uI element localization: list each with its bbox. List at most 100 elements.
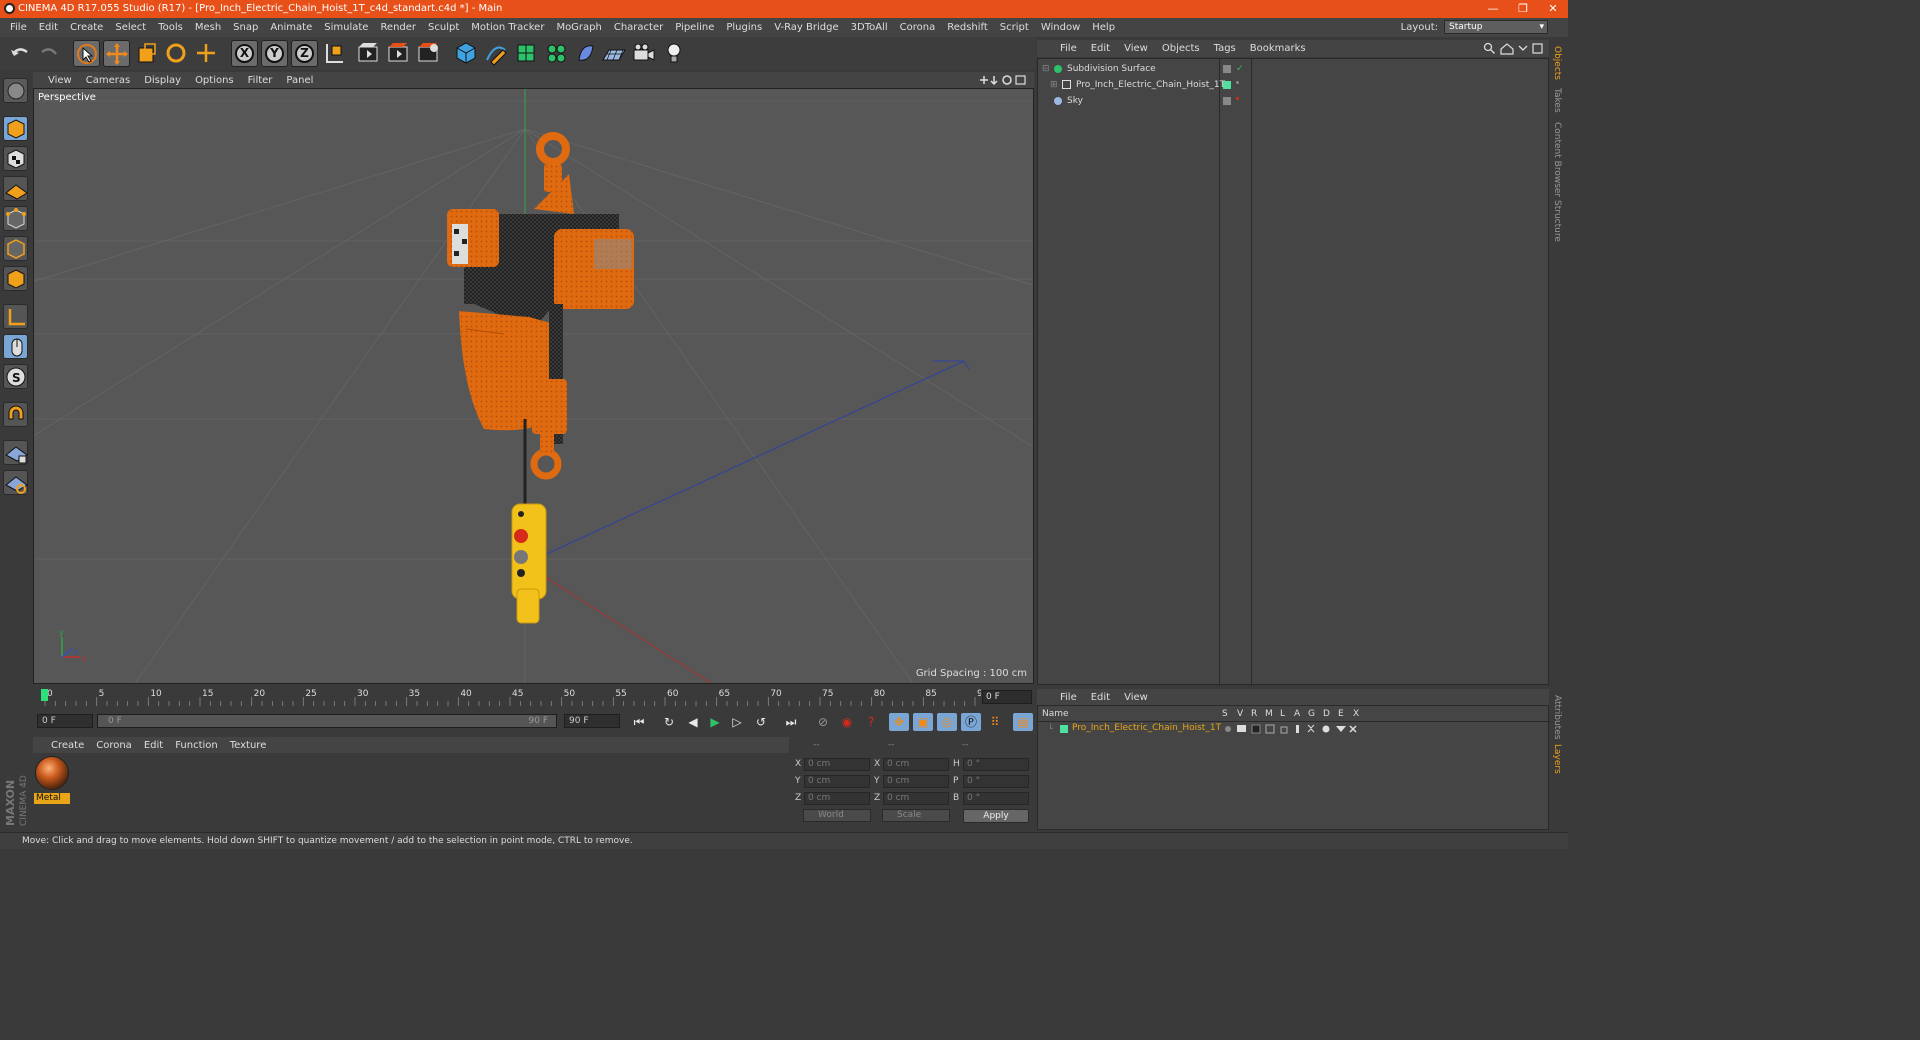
autokey-icon[interactable]: ◉ xyxy=(837,713,857,731)
collapse-toggle-icon[interactable]: ⊟ xyxy=(1042,61,1050,77)
cloner-icon[interactable] xyxy=(543,40,570,67)
layer-color-swatch-icon[interactable] xyxy=(1060,725,1068,733)
layer-tag-icon[interactable] xyxy=(1223,97,1231,105)
axis-mode-icon[interactable] xyxy=(3,304,28,329)
go-to-start-icon[interactable]: ⏮ xyxy=(629,713,649,731)
object-row[interactable]: ⊟ Subdivision Surface ✓ xyxy=(1038,61,1550,77)
menu-select[interactable]: Select xyxy=(109,22,152,33)
tag-column-divider[interactable] xyxy=(1251,59,1252,686)
play-forward-icon[interactable]: ▶ xyxy=(705,713,725,731)
live-selection-tool-icon[interactable] xyxy=(73,40,100,67)
workplane-mode-icon[interactable] xyxy=(3,176,28,201)
texture-mode-icon[interactable] xyxy=(3,146,28,171)
menu-window[interactable]: Window xyxy=(1035,22,1086,33)
maximize-button[interactable]: ❐ xyxy=(1508,0,1538,18)
light-icon[interactable] xyxy=(661,40,688,67)
menu-file[interactable]: File xyxy=(4,22,33,33)
timeline-window-icon[interactable]: ▤ xyxy=(1013,713,1033,731)
transform-tool-icon[interactable] xyxy=(193,40,220,67)
key-parameter-icon[interactable]: Ⓟ xyxy=(961,713,981,731)
objects-menu-edit[interactable]: Edit xyxy=(1084,43,1117,54)
perspective-viewport[interactable]: y z x Perspective Grid Spacing : 100 cm xyxy=(33,88,1034,684)
menu-simulate[interactable]: Simulate xyxy=(318,22,374,33)
redo-button[interactable] xyxy=(36,40,63,67)
viewport-menu-filter[interactable]: Filter xyxy=(241,75,280,86)
menu-tools[interactable]: Tools xyxy=(152,22,189,33)
scale-tool-icon[interactable] xyxy=(133,40,160,67)
material-name-label[interactable]: Metal xyxy=(34,793,70,804)
keyframe-selection-icon[interactable]: ? xyxy=(861,713,881,731)
locked-workplane-icon[interactable] xyxy=(3,440,28,465)
menu-corona[interactable]: Corona xyxy=(894,22,942,33)
playhead[interactable] xyxy=(41,689,48,701)
objects-menu-objects[interactable]: Objects xyxy=(1155,43,1207,54)
points-mode-icon[interactable] xyxy=(3,206,28,231)
layer-name[interactable]: Pro_Inch_Electric_Chain_Hoist_1T xyxy=(1072,723,1221,733)
floor-icon[interactable] xyxy=(601,40,628,67)
size-mode-dropdown[interactable]: Scale xyxy=(882,809,950,822)
model-mode-icon[interactable] xyxy=(3,116,28,141)
timeline-ruler[interactable]: 051015202530354045505560657075808590 xyxy=(39,688,989,706)
material-menu-create[interactable]: Create xyxy=(45,740,90,751)
menu-mograph[interactable]: MoGraph xyxy=(550,22,607,33)
polygons-mode-icon[interactable] xyxy=(3,266,28,291)
deformer-icon[interactable] xyxy=(573,40,600,67)
key-scale-icon[interactable]: ▣ xyxy=(913,713,933,731)
layers-menu-edit[interactable]: Edit xyxy=(1084,692,1117,703)
metal-material-thumbnail[interactable] xyxy=(35,756,69,790)
layer-toggle-icons[interactable] xyxy=(1224,724,1364,735)
objects-menu-tags[interactable]: Tags xyxy=(1207,43,1243,54)
menu-script[interactable]: Script xyxy=(994,22,1035,33)
planar-workplane-icon[interactable] xyxy=(3,470,28,495)
size-z-field[interactable]: 0 cm xyxy=(883,792,949,805)
tab-structure[interactable]: Structure xyxy=(1552,200,1562,242)
menu-animate[interactable]: Animate xyxy=(264,22,318,33)
menu-create[interactable]: Create xyxy=(64,22,109,33)
layer-row[interactable]: └ Pro_Inch_Electric_Chain_Hoist_1T xyxy=(1038,722,1550,736)
tab-objects[interactable]: Objects xyxy=(1552,46,1562,80)
previous-key-icon[interactable]: ↻ xyxy=(659,713,679,731)
undo-button[interactable] xyxy=(6,40,33,67)
material-menu-texture[interactable]: Texture xyxy=(224,740,273,751)
rotation-b-field[interactable]: 0 ° xyxy=(963,792,1029,805)
camera-icon[interactable] xyxy=(631,40,658,67)
timeline[interactable]: 051015202530354045505560657075808590 0 F xyxy=(33,686,1034,708)
objects-menu-file[interactable]: File xyxy=(1053,43,1084,54)
key-position-icon[interactable]: ✥ xyxy=(889,713,909,731)
edges-mode-icon[interactable] xyxy=(3,236,28,261)
object-row[interactable]: ⊞ Pro_Inch_Electric_Chain_Hoist_1T xyxy=(1038,77,1550,93)
menu-render[interactable]: Render xyxy=(374,22,422,33)
object-name[interactable]: Subdivision Surface xyxy=(1067,61,1156,77)
object-list-divider[interactable] xyxy=(1219,59,1220,686)
visibility-dot-icon[interactable] xyxy=(1236,97,1239,100)
layer-tag-icon[interactable] xyxy=(1223,65,1231,73)
viewport-menu-view[interactable]: View xyxy=(41,75,79,86)
rotate-tool-icon[interactable] xyxy=(163,40,190,67)
magnet-icon[interactable] xyxy=(3,402,28,427)
menu-redshift[interactable]: Redshift xyxy=(941,22,994,33)
layout-select[interactable]: Startup xyxy=(1444,20,1548,34)
coordinate-space-dropdown[interactable]: World xyxy=(803,809,871,822)
expand-toggle-icon[interactable]: ⊞ xyxy=(1050,77,1058,93)
menu-edit[interactable]: Edit xyxy=(33,22,64,33)
menu-pipeline[interactable]: Pipeline xyxy=(669,22,720,33)
coordinate-system-icon[interactable] xyxy=(321,40,348,67)
close-button[interactable]: ✕ xyxy=(1538,0,1568,18)
menu-motion-tracker[interactable]: Motion Tracker xyxy=(465,22,550,33)
menu-vray-bridge[interactable]: V-Ray Bridge xyxy=(768,22,844,33)
next-key-icon[interactable]: ↺ xyxy=(751,713,771,731)
x-axis-lock-button[interactable]: X xyxy=(231,40,258,67)
tab-layers[interactable]: Layers xyxy=(1552,744,1562,774)
frame-range-slider[interactable]: 0 F 90 F xyxy=(97,714,557,728)
material-menu-function[interactable]: Function xyxy=(169,740,224,751)
material-menu-edit[interactable]: Edit xyxy=(138,740,169,751)
viewport-menu-panel[interactable]: Panel xyxy=(279,75,320,86)
object-row[interactable]: Sky xyxy=(1038,93,1550,109)
rotation-h-field[interactable]: 0 ° xyxy=(963,758,1029,771)
snap-icon[interactable]: S xyxy=(3,364,28,389)
apply-button[interactable]: Apply xyxy=(963,809,1029,823)
record-keys-icon[interactable]: ⊘ xyxy=(813,713,833,731)
position-x-field[interactable]: 0 cm xyxy=(804,758,870,771)
object-name[interactable]: Pro_Inch_Electric_Chain_Hoist_1T xyxy=(1076,77,1225,93)
render-to-picture-viewer-icon[interactable] xyxy=(385,40,412,67)
